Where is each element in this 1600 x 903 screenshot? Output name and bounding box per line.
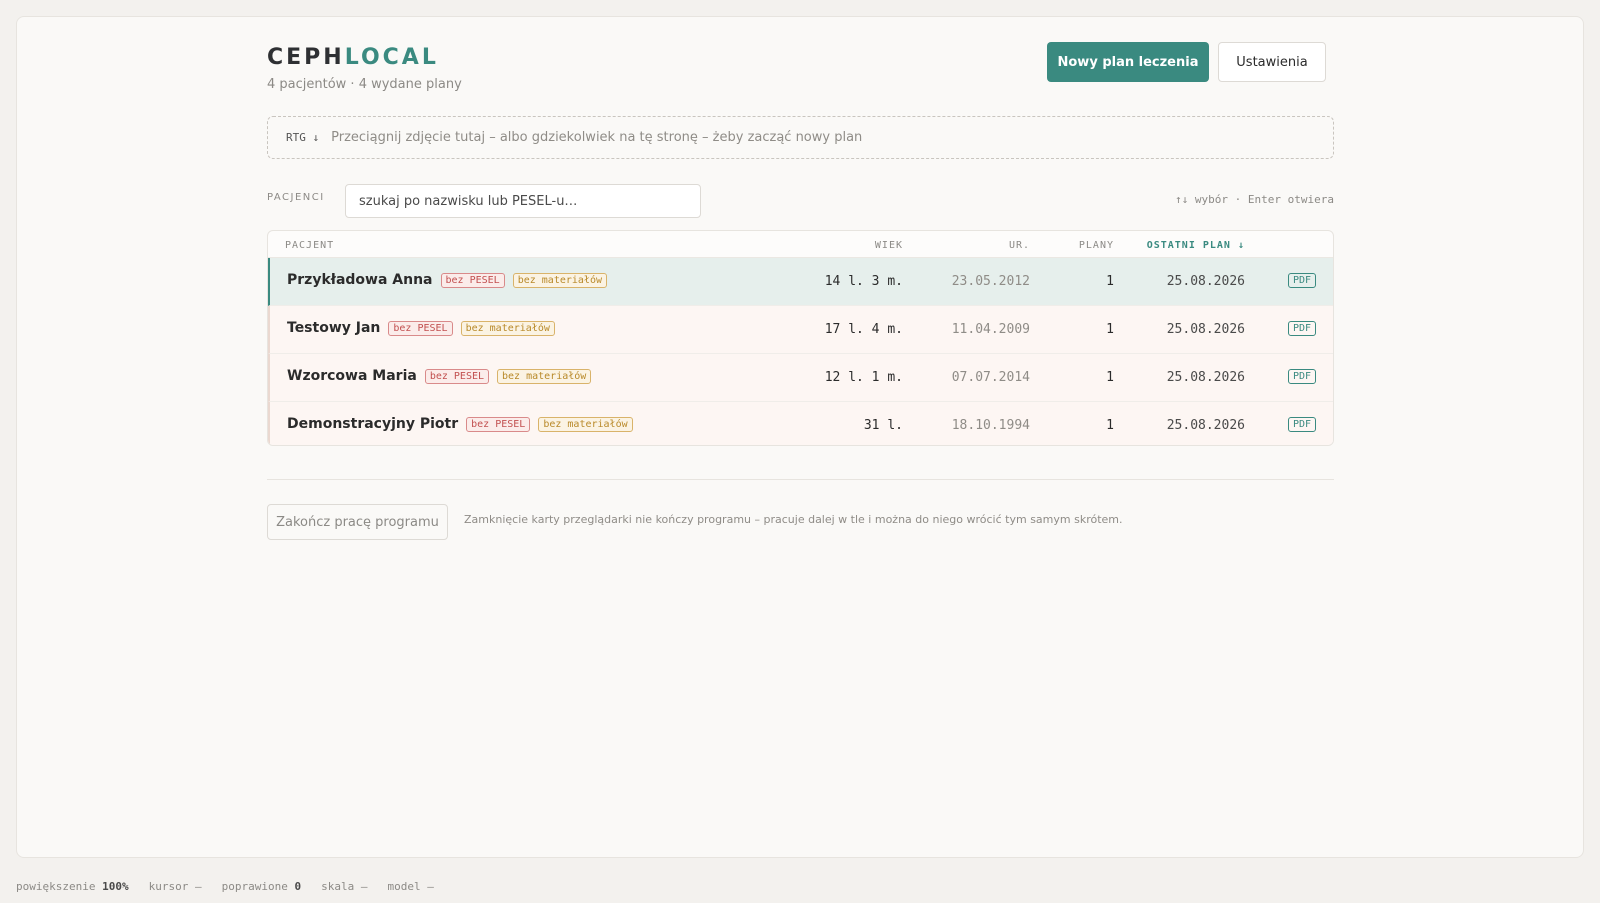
patient-dob: 07.07.2014	[951, 370, 1030, 385]
plans-count: 1	[1106, 418, 1114, 433]
status-zoom: powiększenie 100%	[16, 880, 129, 893]
pdf-button[interactable]: PDF	[1287, 321, 1316, 336]
no-pesel-badge: bez PESEL	[388, 320, 453, 336]
model-label: model	[387, 880, 421, 893]
quit-note: Zamknięcie karty przeglądarki nie kończy…	[464, 513, 1123, 526]
no-pesel-badge: bez PESEL	[424, 368, 490, 384]
patient-age: 17 l. 4 m.	[824, 322, 903, 337]
cursor-value: —	[194, 880, 202, 893]
table-header: PACJENT WIEK UR. PLANY OSTATNI PLAN ↓	[268, 231, 1333, 258]
table-row[interactable]: Wzorcowa Maria bez PESEL bez materiałów …	[268, 354, 1333, 402]
no-pesel-badge: bez PESEL	[466, 416, 531, 432]
xray-tag: RTG ↓	[286, 131, 320, 144]
pdf-button[interactable]: PDF	[1287, 369, 1316, 384]
status-bar: powiększenie 100% kursor — poprawione 0 …	[16, 880, 434, 893]
patient-name-cell: Przykładowa Anna bez PESEL bez materiałó…	[287, 272, 607, 288]
patient-dob: 23.05.2012	[951, 274, 1030, 289]
patient-name-cell: Wzorcowa Maria bez PESEL bez materiałów	[287, 368, 592, 384]
last-plan-date: 25.08.2026	[1166, 418, 1245, 433]
zoom-label: powiększenie	[16, 880, 96, 893]
column-header-dob[interactable]: UR.	[1009, 240, 1030, 251]
patient-age: 12 l. 1 m.	[824, 370, 903, 385]
zoom-value: 100%	[102, 880, 129, 893]
last-plan-date: 25.08.2026	[1166, 370, 1245, 385]
column-header-patient[interactable]: PACJENT	[285, 240, 334, 251]
last-plan-date: 25.08.2026	[1166, 274, 1245, 289]
pdf-button[interactable]: PDF	[1287, 417, 1316, 432]
patient-name-cell: Testowy Jan bez PESEL bez materiałów	[287, 320, 555, 336]
plans-count: 1	[1106, 274, 1114, 289]
patient-name: Testowy Jan	[287, 320, 381, 336]
new-plan-button[interactable]: Nowy plan leczenia	[1047, 42, 1209, 82]
app-logo: CEPHLOCAL	[267, 45, 439, 70]
table-row[interactable]: Testowy Jan bez PESEL bez materiałów 17 …	[268, 306, 1333, 354]
patient-search-input[interactable]	[345, 184, 701, 218]
app-window: CEPHLOCAL 4 pacjentów · 4 wydane plany N…	[16, 16, 1584, 858]
plans-count: 1	[1106, 370, 1114, 385]
scale-label: skala	[321, 880, 355, 893]
summary-subtitle: 4 pacjentów · 4 wydane plany	[267, 77, 462, 92]
patient-dob: 18.10.1994	[951, 418, 1030, 433]
fixed-value: 0	[294, 880, 302, 893]
column-header-last-plan[interactable]: OSTATNI PLAN ↓	[1147, 240, 1245, 251]
patient-name: Wzorcowa Maria	[287, 368, 417, 384]
logo-part-local: LOCAL	[344, 45, 439, 70]
cursor-label: kursor	[148, 880, 189, 893]
patients-table: PACJENT WIEK UR. PLANY OSTATNI PLAN ↓ Pr…	[267, 230, 1334, 446]
no-materials-badge: bez materiałów	[512, 272, 607, 288]
model-value: —	[427, 880, 434, 893]
patient-age: 14 l. 3 m.	[824, 274, 903, 289]
patient-name: Demonstracyjny Piotr	[287, 416, 459, 432]
quit-program-button[interactable]: Zakończ pracę programu	[267, 504, 448, 540]
settings-button[interactable]: Ustawienia	[1218, 42, 1326, 82]
section-divider	[267, 479, 1334, 480]
no-materials-badge: bez materiałów	[538, 416, 633, 432]
status-scale: skala —	[321, 880, 367, 893]
patient-age: 31 l.	[863, 418, 903, 433]
table-row[interactable]: Przykładowa Anna bez PESEL bez materiałó…	[268, 258, 1333, 306]
no-materials-badge: bez materiałów	[460, 320, 555, 336]
patient-name-cell: Demonstracyjny Piotr bez PESEL bez mater…	[287, 416, 633, 432]
no-pesel-badge: bez PESEL	[440, 272, 505, 288]
patients-section-label: PACJENCI	[267, 192, 325, 203]
no-materials-badge: bez materiałów	[497, 368, 592, 384]
keyboard-hint: ↑↓ wybór · Enter otwiera	[1175, 193, 1334, 206]
status-cursor: kursor —	[149, 880, 202, 893]
scale-value: —	[360, 880, 368, 893]
table-row[interactable]: Demonstracyjny Piotr bez PESEL bez mater…	[268, 402, 1333, 445]
status-fixed: poprawione 0	[222, 880, 301, 893]
patient-dob: 11.04.2009	[951, 322, 1030, 337]
pdf-button[interactable]: PDF	[1287, 273, 1316, 288]
plans-count: 1	[1106, 322, 1114, 337]
logo-part-ceph: CEPH	[267, 45, 345, 70]
column-header-plans[interactable]: PLANY	[1079, 240, 1114, 251]
fixed-label: poprawione	[221, 880, 288, 893]
column-header-age[interactable]: WIEK	[875, 240, 903, 251]
status-model: model —	[387, 880, 433, 893]
patient-name: Przykładowa Anna	[287, 272, 433, 288]
xray-dropzone[interactable]: RTG ↓ Przeciągnij zdjęcie tutaj – albo g…	[267, 116, 1334, 159]
dropzone-text: Przeciągnij zdjęcie tutaj – albo gdzieko…	[331, 130, 863, 145]
last-plan-date: 25.08.2026	[1166, 322, 1245, 337]
